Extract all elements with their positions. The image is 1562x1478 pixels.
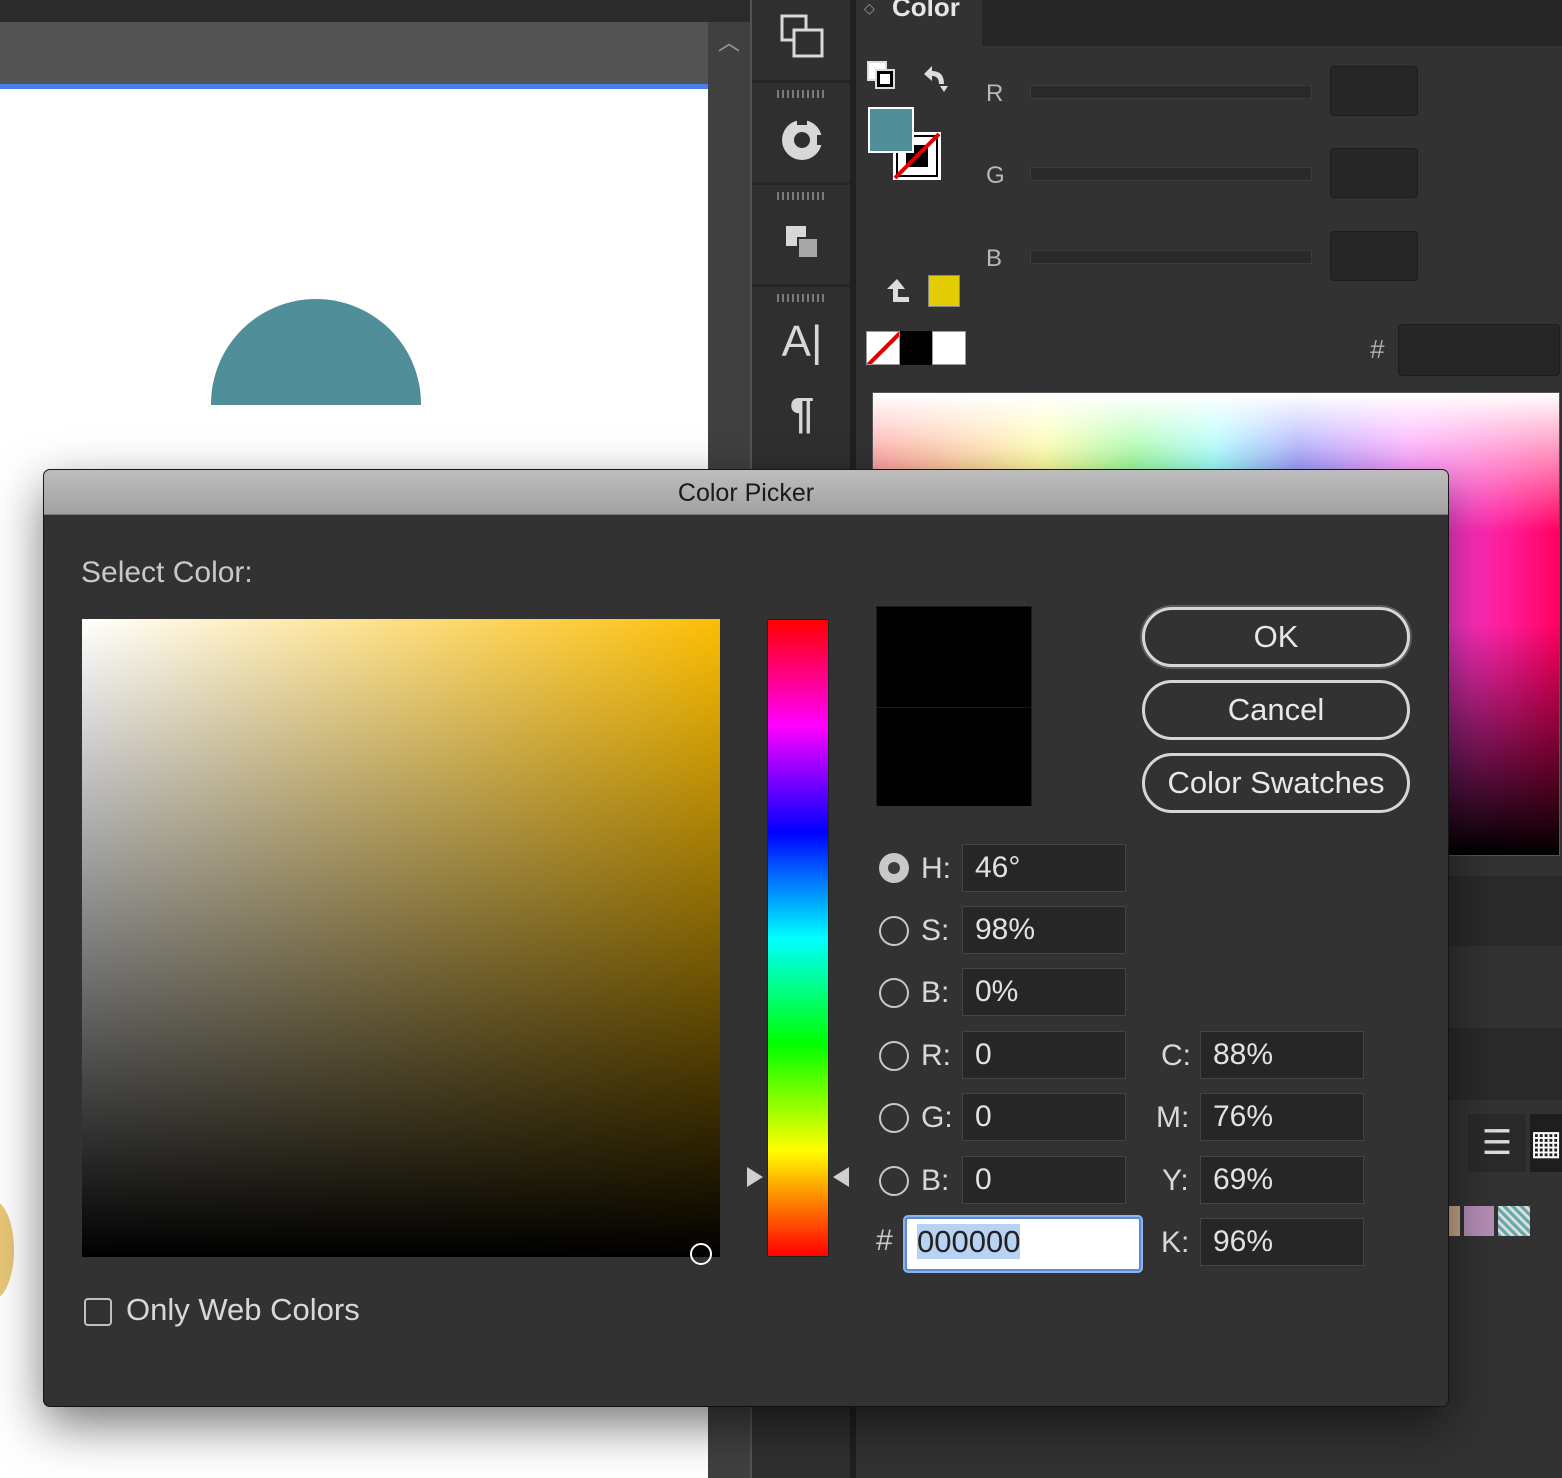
cyan-field[interactable]: 88% [1200,1031,1364,1079]
hue-slider[interactable] [767,619,829,1257]
panel-hex-field[interactable] [1398,324,1560,376]
channel-r-label: R [986,80,1004,107]
brightness-radio[interactable] [879,978,909,1008]
swatch-tan[interactable] [1448,1206,1460,1236]
app-top-bar [0,0,750,22]
list-view-icon[interactable]: ☰ [1468,1114,1526,1172]
color-field-marker[interactable] [690,1243,712,1265]
paragraph-icon[interactable]: ¶ [776,388,828,440]
color-preview [876,606,1032,806]
hex-input[interactable]: 000000 [905,1217,1141,1271]
grid-view-icon[interactable]: ▦ [1530,1114,1562,1172]
brightness-label: B: [921,976,950,1009]
green-radio[interactable] [879,1103,909,1133]
red-radio[interactable] [879,1041,909,1071]
blue-radio[interactable] [879,1166,909,1196]
saturation-brightness-field[interactable] [82,619,720,1257]
new-color-preview [877,607,1031,707]
character-icon[interactable]: A| [776,316,828,368]
color-swatches-button[interactable]: Color Swatches [1142,753,1410,813]
swap-fill-stroke-icon[interactable] [918,62,950,94]
channel-r-slider[interactable] [1030,85,1312,99]
dialog-title: Color Picker [677,479,815,507]
artboards-icon[interactable] [776,10,828,62]
panel-collapse-icon[interactable]: ◇ [864,0,875,17]
hue-radio[interactable] [879,853,909,883]
brightness-field[interactable]: 0% [962,968,1126,1016]
blue-field[interactable]: 0 [962,1156,1126,1204]
channel-b-slider[interactable] [1030,250,1312,264]
channel-g-slider[interactable] [1030,167,1312,181]
green-field[interactable]: 0 [962,1093,1126,1141]
blue-label: B: [921,1164,950,1197]
yellow-label: Y: [1162,1164,1189,1197]
magenta-label: M: [1156,1101,1190,1134]
swatch-pattern[interactable] [1498,1206,1530,1236]
white-swatch[interactable] [932,331,966,365]
cyan-label: C: [1161,1039,1191,1072]
select-color-label: Select Color: [81,556,253,589]
channel-r-field[interactable] [1330,66,1418,116]
red-field[interactable]: 0 [962,1031,1126,1079]
panel-section [1448,876,1562,946]
hue-slider-right-handle[interactable] [833,1167,849,1187]
black-label: K: [1161,1226,1190,1259]
hue-field[interactable]: 46° [962,844,1126,892]
channel-b-label: B [986,245,1003,272]
out-of-gamut-icon[interactable] [882,276,912,306]
scroll-up-icon[interactable]: ︿ [716,28,742,58]
none-swatch[interactable] [866,331,900,365]
color-picker-dialog: Color Picker Select Color: OK Cancel Col… [44,470,1448,1406]
document-tab-bar [0,22,708,84]
panel-hex-label: # [1370,334,1385,364]
fill-swatch[interactable] [868,107,914,153]
yellow-field[interactable]: 69% [1200,1156,1364,1204]
default-fill-stroke-icon[interactable] [866,60,898,92]
hex-label: # [876,1224,893,1257]
gradient-icon[interactable] [776,114,828,166]
red-label: R: [921,1039,951,1072]
hue-slider-left-handle[interactable] [747,1167,763,1187]
channel-g-field[interactable] [1330,148,1418,198]
channel-b-field[interactable] [1330,231,1418,281]
black-swatch[interactable] [900,331,932,365]
saturation-radio[interactable] [879,916,909,946]
black-field[interactable]: 96% [1200,1218,1364,1266]
green-label: G: [921,1101,953,1134]
only-web-colors-label[interactable]: Only Web Colors [126,1292,360,1328]
only-web-colors-checkbox[interactable] [84,1298,112,1326]
saturation-label: S: [921,914,950,947]
current-color-preview[interactable] [877,707,1031,806]
hex-input-value: 000000 [917,1224,1021,1259]
magenta-field[interactable]: 76% [1200,1093,1364,1141]
out-of-gamut-swatch[interactable] [928,275,960,307]
ok-button[interactable]: OK [1142,607,1410,667]
channel-g-label: G [986,162,1005,189]
panel-section [1448,1028,1562,1100]
hue-label: H: [921,852,951,885]
saturation-field[interactable]: 98% [962,906,1126,954]
cancel-button[interactable]: Cancel [1142,680,1410,740]
color-panel-title: Color [892,0,960,22]
swatch-mauve[interactable] [1464,1206,1494,1236]
pathfinder-icon[interactable] [776,216,828,268]
